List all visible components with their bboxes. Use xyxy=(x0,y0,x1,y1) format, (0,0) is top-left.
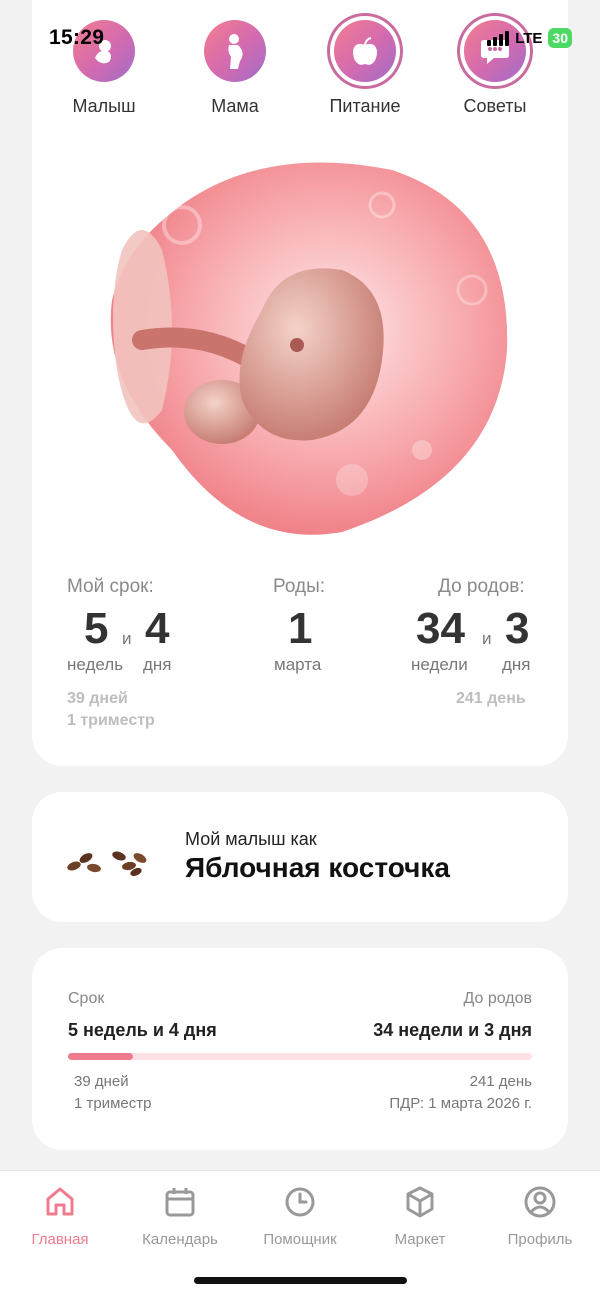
progress-trimester: 1 триместр xyxy=(74,1095,152,1112)
progress-term-label: Срок xyxy=(68,990,105,1007)
birth-label: Роды: xyxy=(273,576,326,597)
progress-bar xyxy=(68,1053,532,1060)
size-subtitle: Мой малыш как xyxy=(185,829,317,849)
tab-label: Мама xyxy=(211,96,259,116)
nav-home[interactable]: Главная xyxy=(0,1185,120,1248)
tab-label: Питание xyxy=(329,96,401,116)
until-days: 3 xyxy=(505,604,530,653)
calendar-icon xyxy=(165,1188,195,1217)
tab-label: Малыш xyxy=(72,96,136,116)
tab-food[interactable]: Питание xyxy=(305,20,425,117)
nav-market[interactable]: Маркет xyxy=(360,1185,480,1248)
trimester: 1 триместр xyxy=(67,712,155,729)
until-weeks: 34 xyxy=(416,604,465,653)
nav-label: Календарь xyxy=(142,1231,218,1248)
nav-assistant[interactable]: Помощник xyxy=(240,1185,360,1248)
progress-until-label: До родов xyxy=(463,990,532,1007)
profile-icon xyxy=(524,1186,556,1218)
battery-icon: 30 xyxy=(548,28,572,48)
apple-icon xyxy=(334,20,396,82)
my-term-label: Мой срок: xyxy=(67,576,154,597)
progress-until-value: 34 недели и 3 дня xyxy=(373,1020,532,1040)
status-time: 15:29 xyxy=(49,26,105,49)
term-weeks: 5 xyxy=(84,604,109,653)
birth-day: 1 xyxy=(288,604,313,653)
nav-label: Помощник xyxy=(263,1231,337,1248)
term-days: 4 xyxy=(145,604,170,653)
nav-label: Профиль xyxy=(507,1231,573,1248)
nav-label: Маркет xyxy=(394,1231,446,1248)
signal-icon xyxy=(487,30,510,46)
tab-mom[interactable]: Мама xyxy=(175,20,295,117)
until-weeks-unit: недели xyxy=(411,655,468,674)
term-conjunction: и xyxy=(122,629,132,648)
until-conjunction: и xyxy=(482,629,492,648)
progress-days-left: 241 день xyxy=(469,1073,532,1090)
progress-term-value: 5 недель и 4 дня xyxy=(68,1020,217,1040)
home-icon xyxy=(46,1187,74,1216)
progress-days: 39 дней xyxy=(74,1073,129,1090)
due-date: ПДР: 1 марта 2026 г. xyxy=(389,1095,532,1112)
apple-seeds-image xyxy=(64,842,154,882)
days-unit: дня xyxy=(143,655,172,674)
size-title: Яблочная косточка xyxy=(185,852,450,883)
nav-profile[interactable]: Профиль xyxy=(480,1185,600,1248)
clock-icon xyxy=(285,1187,315,1217)
weeks-unit: недель xyxy=(67,655,124,674)
box-icon xyxy=(406,1186,434,1218)
pregnant-woman-icon xyxy=(204,20,266,82)
tab-label: Советы xyxy=(463,96,527,116)
embryo-illustration[interactable] xyxy=(92,150,510,540)
progress-card[interactable] xyxy=(32,948,568,1150)
nav-label: Главная xyxy=(31,1231,89,1248)
home-indicator xyxy=(194,1277,407,1284)
status-indicators: LTE 30 xyxy=(487,28,572,48)
network-type: LTE xyxy=(515,29,543,47)
nav-calendar[interactable]: Календарь xyxy=(120,1185,240,1248)
total-days: 39 дней xyxy=(67,690,128,707)
birth-month: марта xyxy=(274,655,322,674)
until-days-unit: дня xyxy=(502,655,531,674)
until-birth-label: До родов: xyxy=(438,576,525,597)
progress-bar-fill xyxy=(68,1053,133,1060)
days-left: 241 день xyxy=(456,690,526,707)
